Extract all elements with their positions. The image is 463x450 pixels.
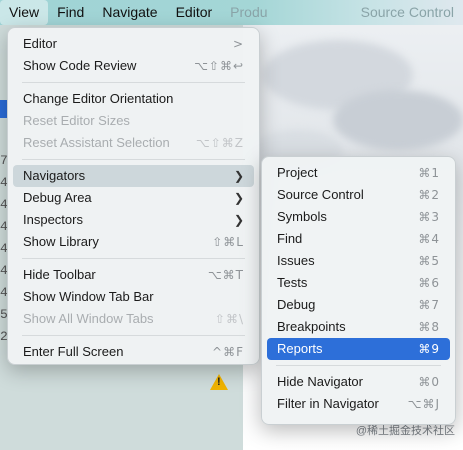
menu-item-navigators[interactable]: Navigators ❯	[13, 165, 254, 187]
shortcut-label: ⌥⇧⌘Z	[195, 136, 244, 150]
menu-separator	[276, 365, 441, 366]
menu-item-inspectors[interactable]: Inspectors ❯	[13, 209, 254, 231]
menu-item-find[interactable]: Find ⌘4	[267, 228, 450, 250]
menu-item-project[interactable]: Project ⌘1	[267, 162, 450, 184]
shortcut-label: ⌘8	[418, 320, 440, 334]
menu-item-breakpoints[interactable]: Breakpoints ⌘8	[267, 316, 450, 338]
shortcut-label: ⌘7	[418, 298, 440, 312]
menu-separator	[22, 159, 245, 160]
shortcut-label: ⇧⌘L	[212, 235, 244, 249]
menu-separator	[22, 82, 245, 83]
navigators-submenu: Project ⌘1 Source Control ⌘2 Symbols ⌘3 …	[261, 156, 456, 425]
menu-item-filter-in-navigator[interactable]: Filter in Navigator ⌥⌘J	[267, 393, 450, 415]
chevron-right-icon: ❯	[233, 169, 244, 183]
menu-item-reset-assistant-selection: Reset Assistant Selection ⌥⇧⌘Z	[13, 132, 254, 154]
menu-item-show-all-window-tabs: Show All Window Tabs ⇧⌘\	[13, 308, 254, 330]
menu-item-symbols[interactable]: Symbols ⌘3	[267, 206, 450, 228]
menu-item-hide-toolbar[interactable]: Hide Toolbar ⌥⌘T	[13, 264, 254, 286]
shortcut-label: ⌘2	[418, 188, 440, 202]
menubar-source-control[interactable]: Source Control	[352, 0, 463, 25]
menu-item-reports[interactable]: Reports ⌘9	[267, 338, 450, 360]
menu-item-tests[interactable]: Tests ⌘6	[267, 272, 450, 294]
shortcut-label: ⌘1	[418, 166, 440, 180]
shortcut-label: ^⌘F	[212, 345, 244, 359]
shortcut-label: ⌘3	[418, 210, 440, 224]
menu-item-reset-editor-sizes: Reset Editor Sizes	[23, 113, 130, 128]
menu-bar: View Find Navigate Editor Produ Source C…	[0, 0, 463, 25]
shortcut-label: ⌘4	[418, 232, 440, 246]
chevron-right-icon: ❯	[233, 213, 244, 227]
shortcut-label: ⌥⌘J	[407, 397, 440, 411]
menubar-editor[interactable]: Editor	[167, 0, 222, 25]
shortcut-label: ⌘6	[418, 276, 440, 290]
menu-item-enter-full-screen[interactable]: Enter Full Screen ^⌘F	[13, 341, 254, 363]
submenu-arrow-icon: >	[232, 37, 244, 51]
menu-item-editor[interactable]: Editor >	[13, 33, 254, 55]
menu-item-change-editor-orientation[interactable]: Change Editor Orientation	[13, 88, 254, 110]
menu-separator	[22, 335, 245, 336]
menubar-find[interactable]: Find	[48, 0, 93, 25]
menu-item-debug-area[interactable]: Debug Area ❯	[13, 187, 254, 209]
view-menu: Editor > Show Code Review ⌥⇧⌘↩ Change Ed…	[7, 27, 260, 365]
menu-item-hide-navigator[interactable]: Hide Navigator ⌘0	[267, 371, 450, 393]
menu-item-debug[interactable]: Debug ⌘7	[267, 294, 450, 316]
menu-item-issues[interactable]: Issues ⌘5	[267, 250, 450, 272]
shortcut-label: ⌥⌘T	[207, 268, 244, 282]
menu-separator	[22, 258, 245, 259]
shortcut-label: ⌘9	[418, 342, 440, 356]
menubar-view[interactable]: View	[0, 0, 49, 25]
menu-item-show-library[interactable]: Show Library ⇧⌘L	[13, 231, 254, 253]
chevron-right-icon: ❯	[233, 191, 244, 205]
warning-icon[interactable]	[210, 374, 228, 390]
menu-item-show-code-review[interactable]: Show Code Review ⌥⇧⌘↩	[13, 55, 254, 77]
shortcut-label: ⇧⌘\	[214, 312, 244, 326]
menubar-navigate[interactable]: Navigate	[93, 0, 166, 25]
shortcut-label: ⌘0	[418, 375, 440, 389]
shortcut-label: ⌘5	[418, 254, 440, 268]
menu-item-source-control[interactable]: Source Control ⌘2	[267, 184, 450, 206]
menubar-product[interactable]: Produ	[221, 0, 276, 25]
shortcut-label: ⌥⇧⌘↩	[194, 59, 244, 73]
menu-item-show-window-tab-bar[interactable]: Show Window Tab Bar	[13, 286, 254, 308]
